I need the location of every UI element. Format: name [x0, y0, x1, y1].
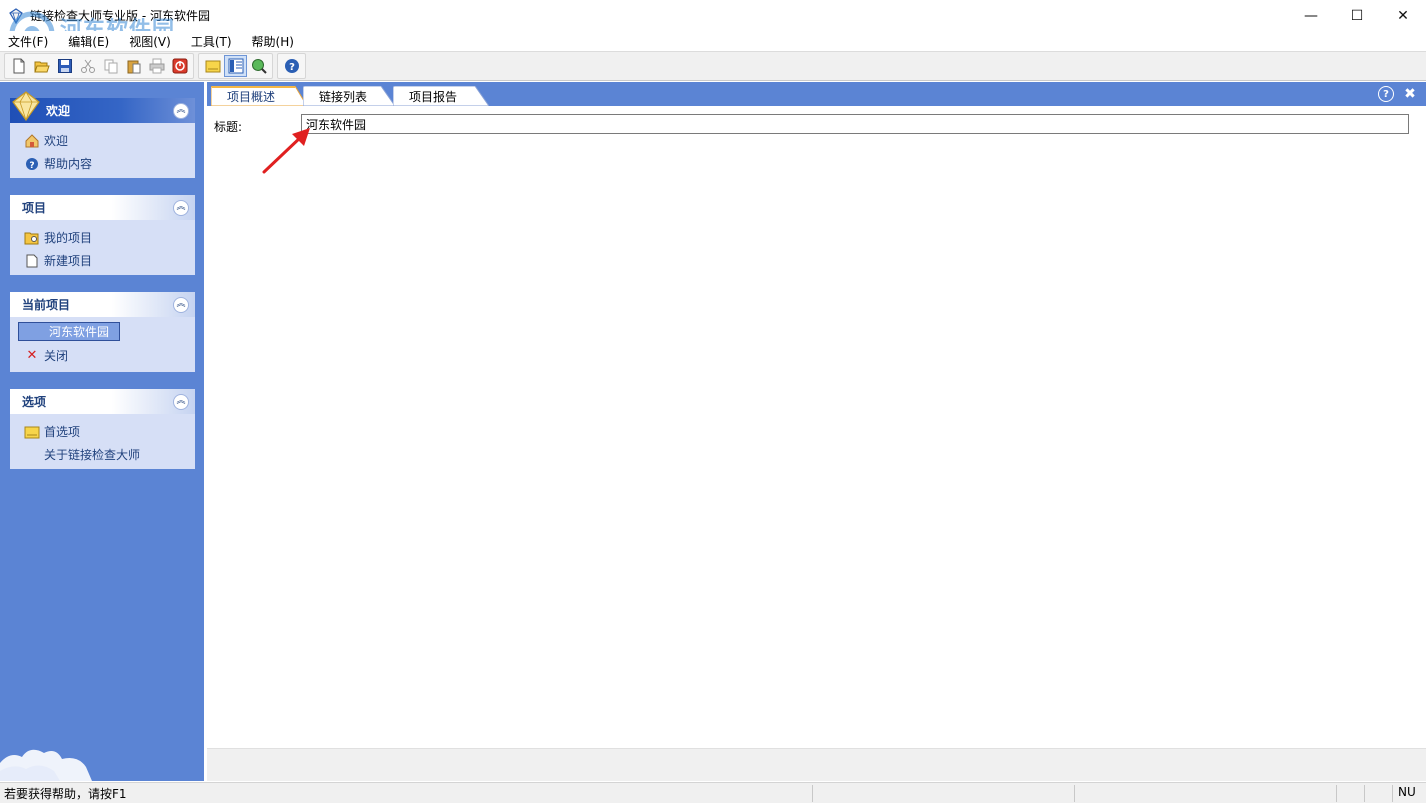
list-view-icon[interactable] — [224, 55, 247, 77]
tab-overview-label: 项目概述 — [227, 89, 276, 104]
new-icon[interactable] — [7, 55, 30, 77]
svg-text:?: ? — [29, 161, 34, 171]
minimize-button[interactable]: — — [1288, 0, 1334, 31]
note-icon[interactable] — [201, 55, 224, 77]
menu-help[interactable]: 帮助(H) — [242, 33, 304, 50]
current-project-label: 河东软件园 — [49, 325, 110, 339]
question-icon: ? — [24, 156, 40, 172]
menu-file[interactable]: 文件(F) — [0, 33, 58, 50]
cut-icon[interactable] — [76, 55, 99, 77]
panel-options-header[interactable]: 选项 ︽ — [10, 389, 195, 414]
main-panel: 项目概述 链接列表 项目报告 ? ✖ 标题: — [207, 82, 1426, 781]
sidebar: 欢迎 ︽ 欢迎 ? 帮助内容 项目 ︽ 我的项目 新建项目 当前项目 ︽ 河东软… — [0, 82, 204, 781]
menu-tools[interactable]: 工具(T) — [181, 33, 242, 50]
status-pane — [812, 784, 1074, 802]
status-pane — [1364, 784, 1392, 802]
status-bar: 若要获得帮助，请按F1 NU — [0, 782, 1426, 803]
folder-search-icon — [24, 230, 40, 246]
tab-strip: 项目概述 链接列表 项目报告 ? ✖ — [207, 82, 1426, 106]
sidebar-item-my-projects[interactable]: 我的项目 — [24, 226, 195, 249]
sidebar-item-welcome-label: 欢迎 — [44, 134, 69, 148]
status-num-lock: NU — [1392, 784, 1426, 802]
svg-text:?: ? — [289, 62, 295, 73]
app-diamond-icon — [9, 7, 23, 24]
home-icon — [24, 133, 40, 149]
window-title: 链接检查大师专业版 - 河东软件园 — [30, 9, 210, 23]
collapse-icon[interactable]: ︽ — [173, 296, 189, 313]
tab-project-report-label: 项目报告 — [409, 89, 458, 104]
collapse-icon[interactable]: ︽ — [173, 102, 189, 119]
help-icon[interactable]: ? — [280, 55, 303, 77]
sidebar-item-close-project[interactable]: ✕ 关闭 — [24, 344, 195, 367]
panel-options-title: 选项 — [22, 395, 47, 409]
print-icon[interactable] — [145, 55, 168, 77]
tab-overview[interactable]: 项目概述 — [211, 86, 307, 106]
status-pane — [1074, 784, 1336, 802]
toolbar-group-view — [198, 53, 273, 79]
panel-project: 项目 ︽ 我的项目 新建项目 — [10, 195, 195, 275]
maximize-button[interactable]: ☐ — [1334, 0, 1380, 31]
sidebar-item-welcome[interactable]: 欢迎 — [24, 129, 195, 152]
title-input[interactable] — [301, 114, 1409, 134]
paste-icon[interactable] — [122, 55, 145, 77]
sidebar-item-new-project[interactable]: 新建项目 — [24, 249, 195, 272]
annotation-arrow — [262, 128, 310, 174]
current-project-item[interactable]: 河东软件园 — [18, 322, 120, 341]
sidebar-item-preferences[interactable]: 首选项 — [24, 420, 195, 443]
sidebar-item-new-project-label: 新建项目 — [44, 254, 93, 268]
sidebar-item-preferences-label: 首选项 — [44, 425, 81, 439]
panel-current-project: 当前项目 ︽ 河东软件园 ✕ 关闭 — [10, 292, 195, 372]
panel-help-icon[interactable]: ? — [1378, 86, 1394, 102]
tab-link-list[interactable]: 链接列表 — [303, 86, 395, 106]
close-window-button[interactable]: ✕ — [1380, 0, 1426, 31]
panel-project-title: 项目 — [22, 201, 47, 215]
status-text: 若要获得帮助，请按F1 — [4, 786, 127, 801]
title-field-label: 标题: — [214, 120, 243, 134]
tab-link-list-label: 链接列表 — [319, 89, 368, 104]
close-x-icon: ✕ — [26, 348, 38, 363]
panel-current-header[interactable]: 当前项目 ︽ — [10, 292, 195, 317]
toolbar-group-file — [4, 53, 194, 79]
sidebar-item-my-projects-label: 我的项目 — [44, 231, 93, 245]
content-bottom-strip — [207, 748, 1426, 781]
sidebar-item-close-label: 关闭 — [44, 349, 69, 363]
welcome-diamond-icon — [12, 91, 40, 122]
sidebar-item-help-content-label: 帮助内容 — [44, 157, 93, 171]
decorative-clouds — [0, 749, 92, 781]
sidebar-item-help-content[interactable]: ? 帮助内容 — [24, 152, 195, 175]
collapse-icon[interactable]: ︽ — [173, 199, 189, 216]
toolbar-group-help: ? — [277, 53, 306, 79]
title-bar: 链接检查大师专业版 - 河东软件园 — ☐ ✕ — [0, 0, 1426, 31]
search-globe-icon[interactable] — [247, 55, 270, 77]
open-icon[interactable] — [30, 55, 53, 77]
sidebar-item-about-label: 关于链接检查大师 — [44, 448, 141, 462]
panel-close-icon[interactable]: ✖ — [1402, 86, 1418, 102]
panel-current-title: 当前项目 — [22, 298, 71, 312]
copy-icon[interactable] — [99, 55, 122, 77]
save-icon[interactable] — [53, 55, 76, 77]
tab-project-report[interactable]: 项目报告 — [393, 86, 489, 106]
preferences-icon — [24, 424, 40, 440]
status-pane — [1336, 784, 1364, 802]
panel-project-header[interactable]: 项目 ︽ — [10, 195, 195, 220]
toolbar: ? — [0, 51, 1426, 81]
menu-bar: 文件(F) 编辑(E) 视图(V) 工具(T) 帮助(H) — [0, 31, 1426, 51]
sidebar-item-about[interactable]: 关于链接检查大师 — [24, 443, 195, 466]
menu-view[interactable]: 视图(V) — [119, 33, 181, 50]
new-document-icon — [24, 253, 40, 269]
collapse-icon[interactable]: ︽ — [173, 393, 189, 410]
stop-icon[interactable] — [168, 55, 191, 77]
menu-edit[interactable]: 编辑(E) — [58, 33, 119, 50]
panel-options: 选项 ︽ 首选项 关于链接检查大师 — [10, 389, 195, 469]
